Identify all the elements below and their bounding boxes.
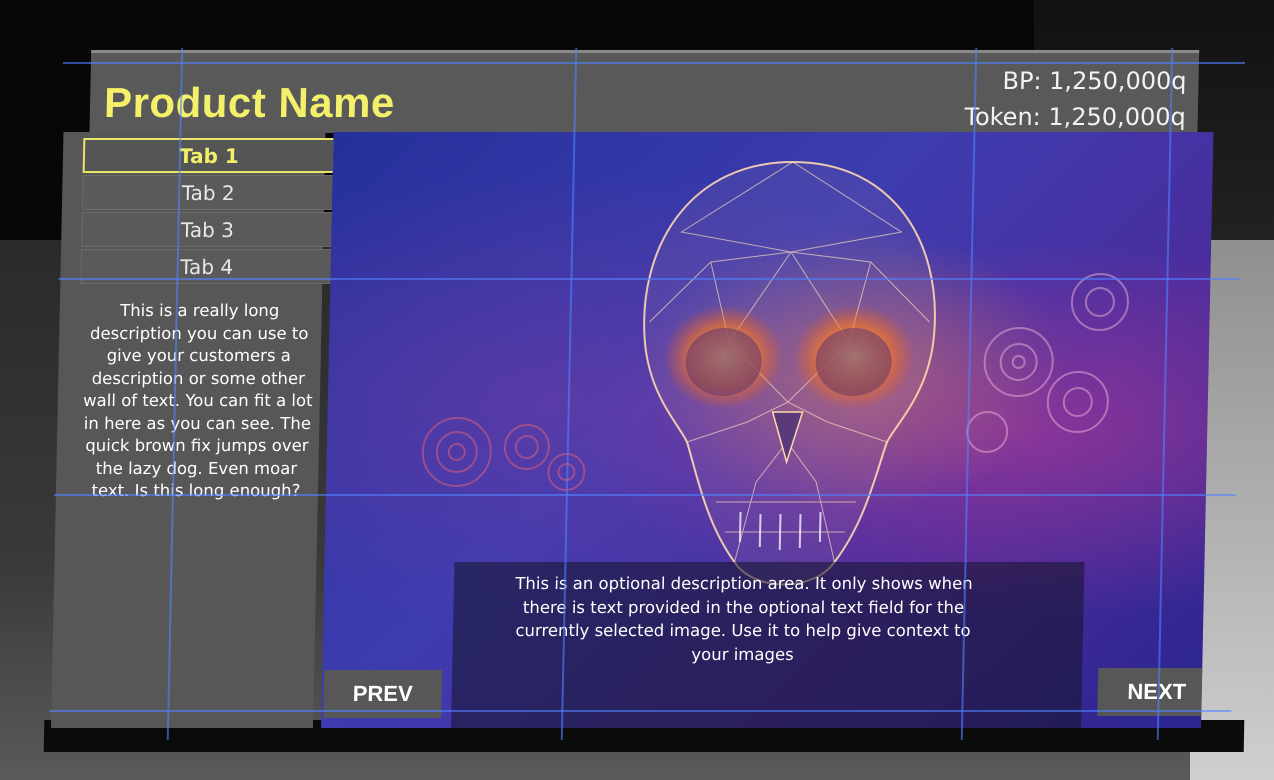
tab-1[interactable]: Tab 1 [82, 138, 336, 173]
grid-line [49, 710, 1232, 712]
product-title: Product Name [103, 79, 396, 126]
grid-line [53, 494, 1236, 496]
grid-line [62, 62, 1245, 64]
roses-right-decoration [966, 273, 1129, 453]
bp-price: BP: 1,250,000q [1002, 67, 1187, 95]
image-viewer: This is an optional description area. It… [321, 132, 1214, 728]
tab-list: Tab 1 Tab 2 Tab 3 Tab 4 [80, 138, 336, 286]
roses-left-decoration [421, 417, 586, 491]
next-button[interactable]: NEXT [1097, 668, 1214, 716]
image-caption: This is an optional description area. It… [515, 574, 973, 664]
tab-3[interactable]: Tab 3 [81, 212, 334, 247]
sidebar: Tab 1 Tab 2 Tab 3 Tab 4 This is a really… [51, 132, 336, 728]
product-description: This is a really long description you ca… [82, 301, 313, 500]
product-kiosk-panel: Product Name BP: 1,250,000q Token: 1,250… [49, 48, 1245, 740]
token-price: Token: 1,250,000q [964, 103, 1187, 131]
tab-2[interactable]: Tab 2 [81, 175, 335, 210]
price-block: BP: 1,250,000q Token: 1,250,000q [964, 63, 1187, 135]
grid-line [58, 278, 1241, 280]
